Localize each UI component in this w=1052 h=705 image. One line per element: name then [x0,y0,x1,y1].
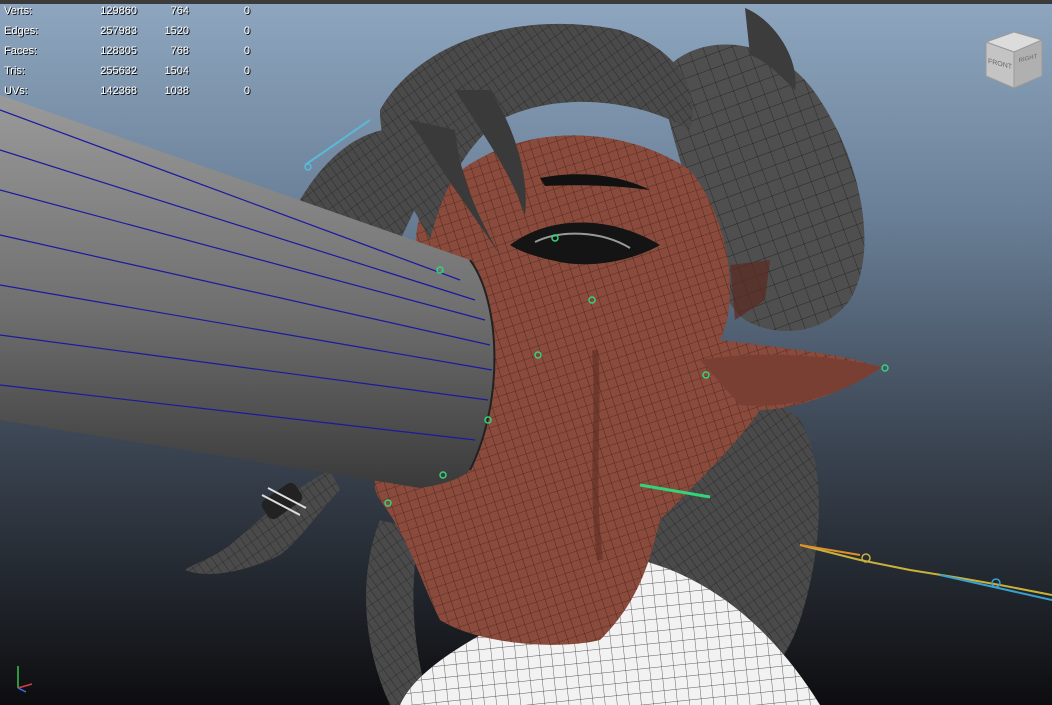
hud-label: Edges: [4,25,39,37]
joint-chain [799,544,1052,596]
hud-value-scene: 142368 [100,85,137,97]
hud-value-selection: 0 [243,85,250,97]
hud-row-edges: Edges: 257983 1520 0 [4,23,264,43]
hud-value-object: 764 [170,5,189,17]
scene-render[interactable] [0,0,1052,705]
hud-row-faces: Faces: 128305 768 0 [4,43,264,63]
axis-gizmo-icon [17,666,33,693]
view-cube[interactable]: FRONT RIGHT [980,30,1046,92]
hud-row-verts: Verts: 129860 764 0 [4,3,264,23]
hud-value-scene: 257983 [100,25,137,37]
hud-value-selection: 0 [243,5,250,17]
hud-value-scene: 128305 [100,45,137,57]
hud-value-selection: 0 [243,65,250,77]
hud-value-scene: 255632 [100,65,137,77]
hud-label: Verts: [4,5,33,17]
poly-count-hud: Verts: 129860 764 0 Edges: 257983 1520 0… [4,3,264,103]
hud-value-scene: 129860 [100,5,137,17]
hud-value-object: 1520 [164,25,189,37]
hud-label: Faces: [4,45,38,57]
hud-value-object: 1038 [164,85,189,97]
hud-row-tris: Tris: 255632 1504 0 [4,63,264,83]
hud-value-object: 1504 [164,65,189,77]
hud-value-selection: 0 [243,25,250,37]
3d-viewport[interactable]: Verts: 129860 764 0 Edges: 257983 1520 0… [0,0,1052,705]
hud-row-uvs: UVs: 142368 1038 0 [4,83,264,103]
hud-value-selection: 0 [243,45,250,57]
hud-label: UVs: [4,85,28,97]
hud-value-object: 768 [170,45,189,57]
hud-label: Tris: [4,65,25,77]
